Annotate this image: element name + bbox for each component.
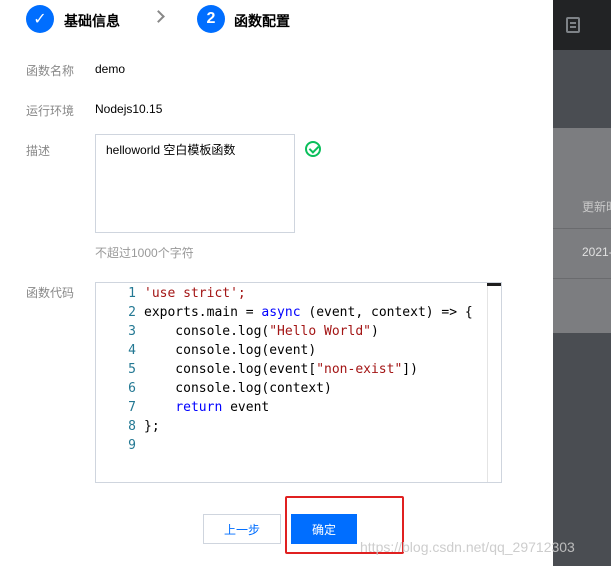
code-line: console.log(event)	[144, 343, 317, 358]
line-number: 5	[128, 362, 136, 377]
function-name-label: 函数名称	[26, 64, 75, 78]
background-topbar	[553, 0, 611, 50]
code-line: };	[144, 419, 160, 434]
code-line: exports.main = async (event, context) =>…	[144, 305, 473, 320]
description-textarea[interactable]: helloworld 空白模板函数	[95, 134, 295, 233]
step-2-number: 2	[197, 5, 225, 33]
background-page: 更新时 2021-	[553, 0, 611, 566]
line-number: 8	[128, 419, 136, 434]
description-label: 描述	[26, 144, 51, 158]
step-2-label: 函数配置	[234, 13, 290, 29]
code-line: console.log("Hello World")	[144, 324, 379, 339]
background-table-cell: 2021-	[582, 245, 611, 259]
code-line: return event	[175, 400, 270, 415]
code-editor[interactable]: 1 2 3 4 5 6 7 8 9 'use strict'; exports.…	[95, 282, 502, 483]
line-number: 1	[128, 286, 136, 301]
background-table: 更新时 2021-	[553, 128, 611, 333]
editor-scroll-thumb[interactable]	[487, 283, 501, 286]
checkmark-circle-icon	[305, 141, 321, 157]
runtime-value: Nodejs10.15	[95, 102, 163, 116]
line-number: 6	[128, 381, 136, 396]
watermark: https://blog.csdn.net/qq_29712303	[360, 539, 575, 555]
code-token: 'use strict';	[144, 286, 246, 301]
steps-header: ✓ 基础信息 2 函数配置	[0, 0, 553, 42]
editor-scrollbar[interactable]	[487, 283, 501, 482]
chevron-right-icon	[152, 10, 165, 23]
previous-step-button[interactable]: 上一步	[203, 514, 281, 544]
line-number: 4	[128, 343, 136, 358]
function-name-value: demo	[95, 62, 126, 76]
runtime-label: 运行环境	[26, 104, 75, 118]
line-number: 2	[128, 305, 136, 320]
editor-gutter: 1 2 3 4 5 6 7 8 9	[96, 283, 140, 482]
line-number: 7	[128, 400, 136, 415]
document-icon[interactable]	[566, 17, 580, 33]
code-line: console.log(event["non-exist"])	[144, 362, 418, 377]
function-code-label: 函数代码	[26, 286, 75, 300]
step-1-check-icon: ✓	[26, 5, 54, 33]
code-line: 'use strict';	[144, 284, 246, 303]
code-line: console.log(context)	[144, 381, 332, 396]
confirm-button[interactable]: 确定	[291, 514, 357, 544]
line-number: 3	[128, 324, 136, 339]
description-hint: 不超过1000个字符	[95, 246, 194, 260]
line-number: 9	[128, 438, 136, 453]
background-table-header: 更新时	[582, 200, 611, 214]
step-1-label: 基础信息	[64, 13, 120, 29]
